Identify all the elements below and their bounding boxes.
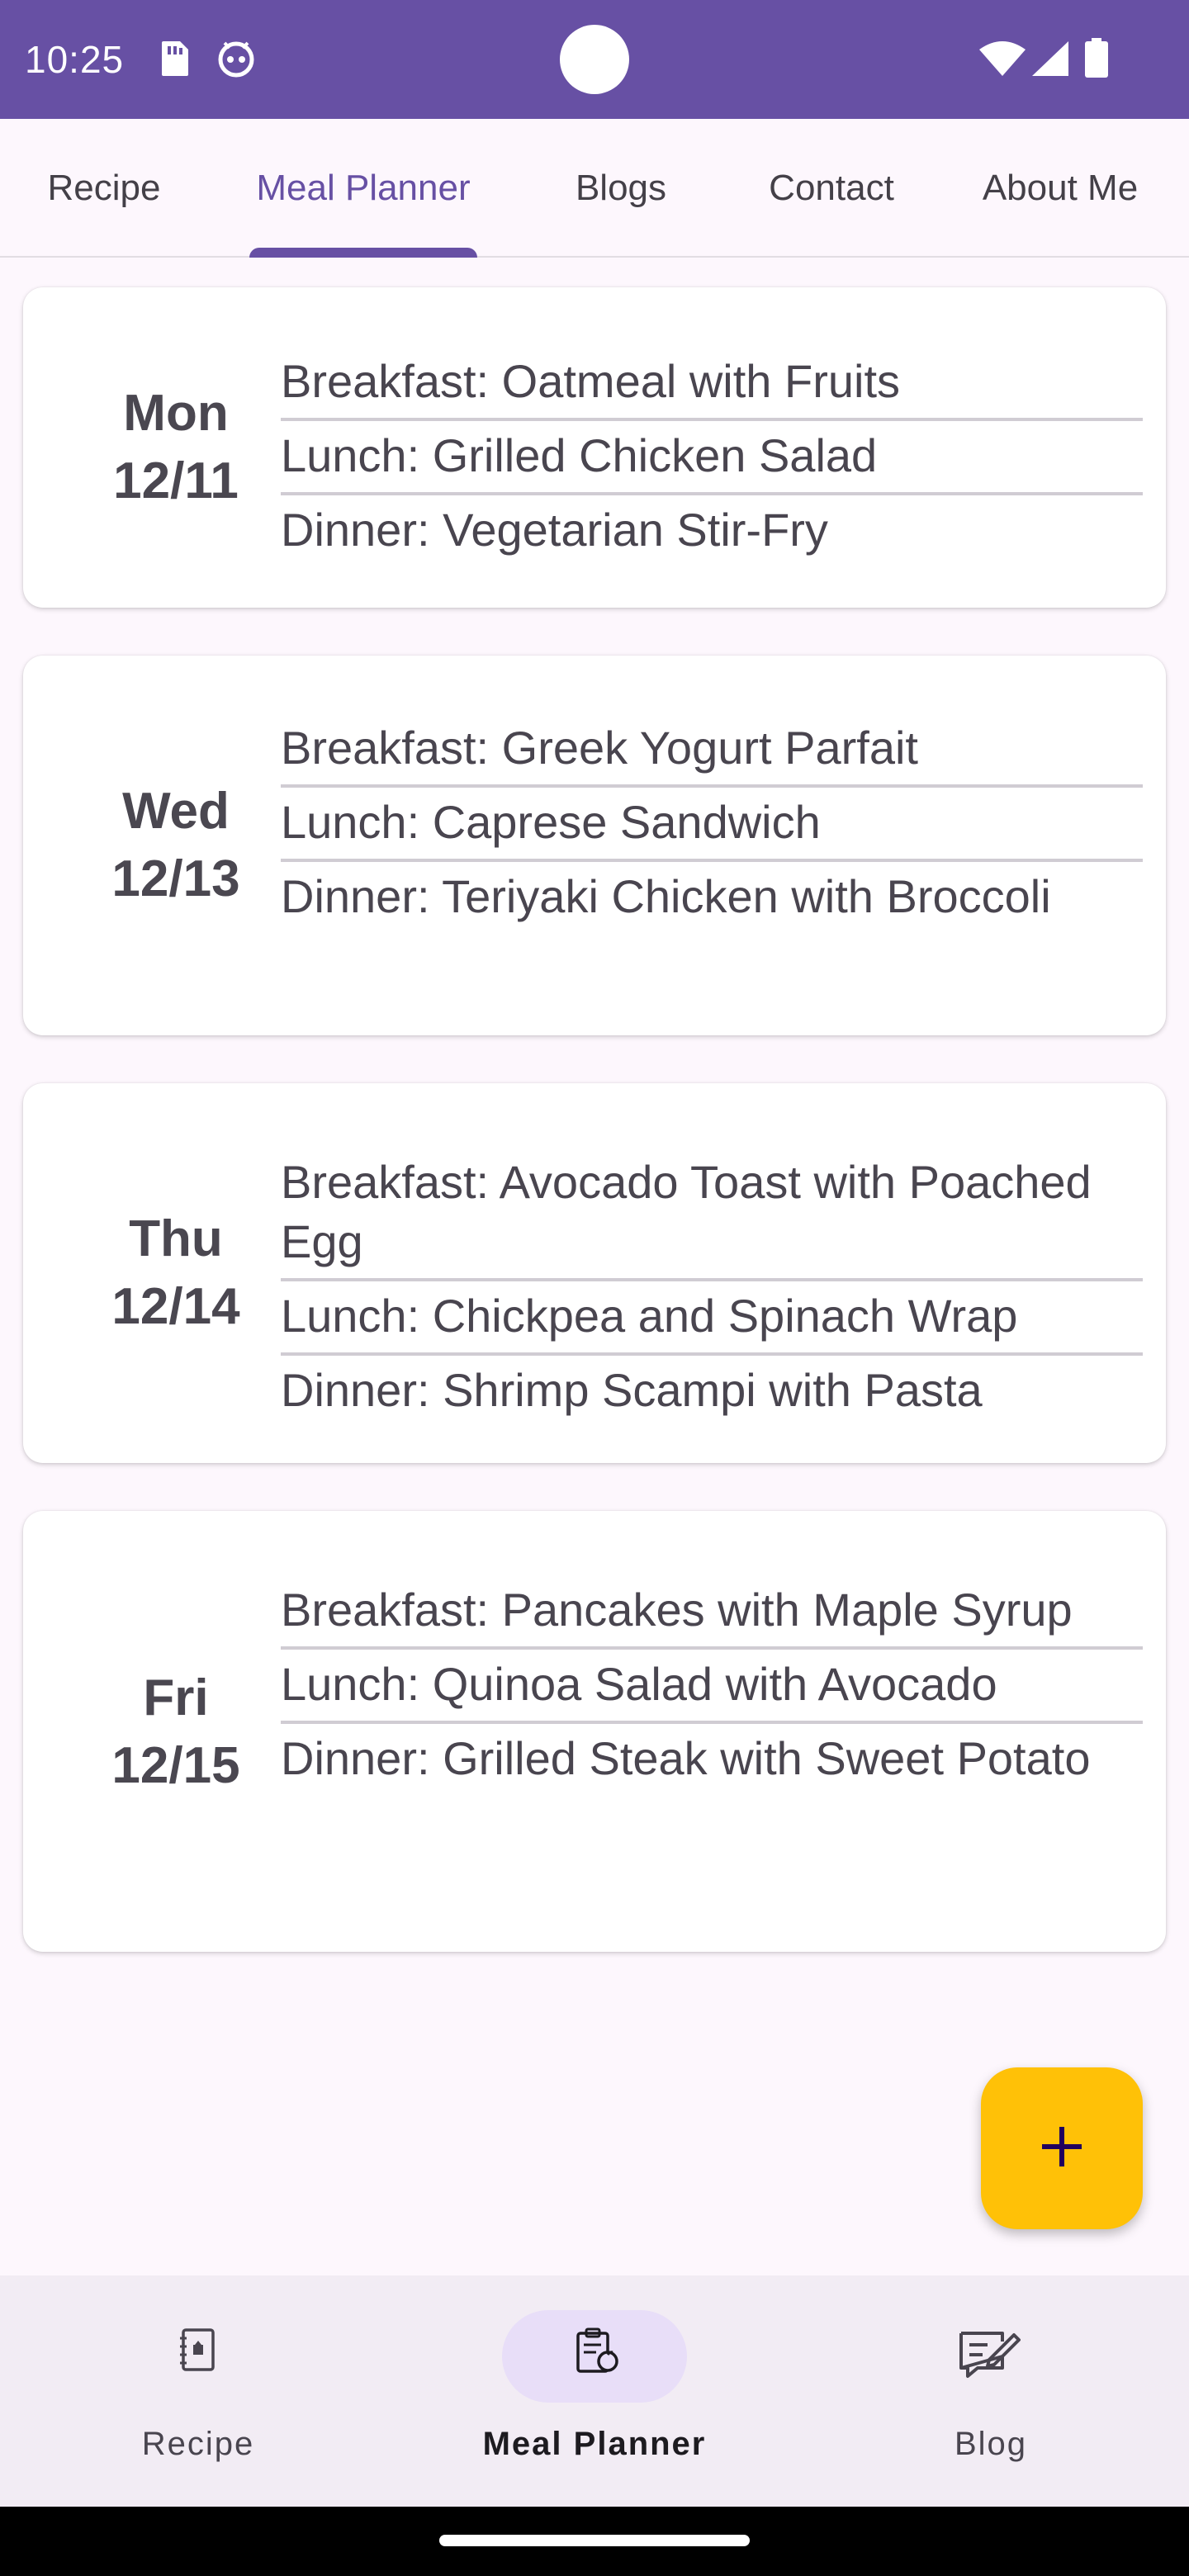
day-name: Mon	[123, 385, 229, 442]
meal-dinner[interactable]: Dinner: Shrimp Scampi with Pasta	[281, 1356, 1143, 1427]
bottom-navigation: Recipe Meal Planner Blog	[0, 2275, 1189, 2507]
meal-lunch[interactable]: Lunch: Quinoa Salad with Avocado	[281, 1650, 1143, 1724]
day-date: 12/13	[111, 850, 240, 907]
day-date: 12/15	[111, 1737, 240, 1794]
meal-breakfast[interactable]: Breakfast: Avocado Toast with Poached Eg…	[281, 1148, 1143, 1281]
tab-label: Contact	[769, 168, 894, 208]
meal-dinner[interactable]: Dinner: Vegetarian Stir-Fry	[281, 495, 1143, 566]
day-card[interactable]: Fri 12/15 Breakfast: Pancakes with Maple…	[23, 1511, 1166, 1952]
day-date: 12/14	[111, 1278, 240, 1335]
battery-icon	[1085, 38, 1108, 82]
meal-lunch[interactable]: Lunch: Chickpea and Spinach Wrap	[281, 1281, 1143, 1356]
meal-breakfast[interactable]: Breakfast: Greek Yogurt Parfait	[281, 713, 1143, 788]
meal-dinner[interactable]: Dinner: Teriyaki Chicken with Broccoli	[281, 862, 1143, 933]
tab-about-me[interactable]: About Me	[940, 119, 1181, 258]
day-label: Fri 12/15	[56, 1664, 296, 1800]
tab-label: About Me	[982, 168, 1139, 208]
tab-label: Meal Planner	[256, 168, 471, 208]
nav-item-blog[interactable]: Blog	[817, 2275, 1164, 2507]
sd-card-icon	[157, 40, 190, 82]
plus-icon	[1039, 2124, 1085, 2174]
day-card[interactable]: Mon 12/11 Breakfast: Oatmeal with Fruits…	[23, 287, 1166, 608]
status-bar: 10:25	[0, 0, 1189, 119]
nav-label: Meal Planner	[482, 2426, 707, 2462]
day-date: 12/11	[113, 452, 239, 509]
tab-meal-planner[interactable]: Meal Planner	[208, 119, 519, 258]
day-label: Thu 12/14	[56, 1205, 296, 1341]
tab-recipe[interactable]: Recipe	[0, 119, 208, 258]
camera-cutout	[560, 25, 629, 94]
meal-dinner[interactable]: Dinner: Grilled Steak with Sweet Potato	[281, 1724, 1143, 1795]
home-gesture-handle[interactable]	[439, 2535, 750, 2546]
nav-label: Recipe	[141, 2426, 255, 2462]
tab-contact[interactable]: Contact	[723, 119, 940, 258]
meal-lunch[interactable]: Lunch: Grilled Chicken Salad	[281, 421, 1143, 495]
status-time: 10:25	[25, 38, 125, 81]
meal-planner-icon	[571, 2327, 621, 2380]
nav-label: Blog	[954, 2426, 1028, 2462]
meal-list: Breakfast: Greek Yogurt Parfait Lunch: C…	[281, 713, 1143, 933]
meal-lunch[interactable]: Lunch: Caprese Sandwich	[281, 788, 1143, 862]
tab-label: Recipe	[47, 168, 161, 208]
recipe-book-icon	[175, 2327, 221, 2377]
top-tab-bar: Recipe Meal Planner Blogs Contact About …	[0, 119, 1189, 258]
active-tab-indicator	[249, 248, 477, 258]
nav-item-meal-planner[interactable]: Meal Planner	[421, 2275, 768, 2507]
day-label: Mon 12/11	[56, 380, 296, 515]
day-card[interactable]: Thu 12/14 Breakfast: Avocado Toast with …	[23, 1083, 1166, 1463]
day-card[interactable]: Wed 12/13 Breakfast: Greek Yogurt Parfai…	[23, 656, 1166, 1035]
blog-edit-icon	[956, 2327, 1026, 2384]
meal-list: Breakfast: Pancakes with Maple Syrup Lun…	[281, 1575, 1143, 1795]
android-debug-icon	[216, 40, 256, 82]
signal-icon	[1032, 41, 1068, 80]
wifi-icon	[979, 41, 1026, 80]
meal-breakfast[interactable]: Breakfast: Oatmeal with Fruits	[281, 347, 1143, 421]
day-name: Fri	[143, 1669, 209, 1726]
day-label: Wed 12/13	[56, 778, 296, 913]
meal-list: Breakfast: Oatmeal with Fruits Lunch: Gr…	[281, 347, 1143, 566]
meal-list: Breakfast: Avocado Toast with Poached Eg…	[281, 1148, 1143, 1427]
add-meal-button[interactable]	[981, 2067, 1143, 2229]
day-name: Wed	[122, 783, 230, 840]
tab-blogs[interactable]: Blogs	[519, 119, 723, 258]
day-name: Thu	[129, 1210, 223, 1267]
system-navigation-bar	[0, 2507, 1189, 2576]
meal-breakfast[interactable]: Breakfast: Pancakes with Maple Syrup	[281, 1575, 1143, 1650]
tab-label: Blogs	[575, 168, 667, 208]
nav-item-recipe[interactable]: Recipe	[25, 2275, 372, 2507]
